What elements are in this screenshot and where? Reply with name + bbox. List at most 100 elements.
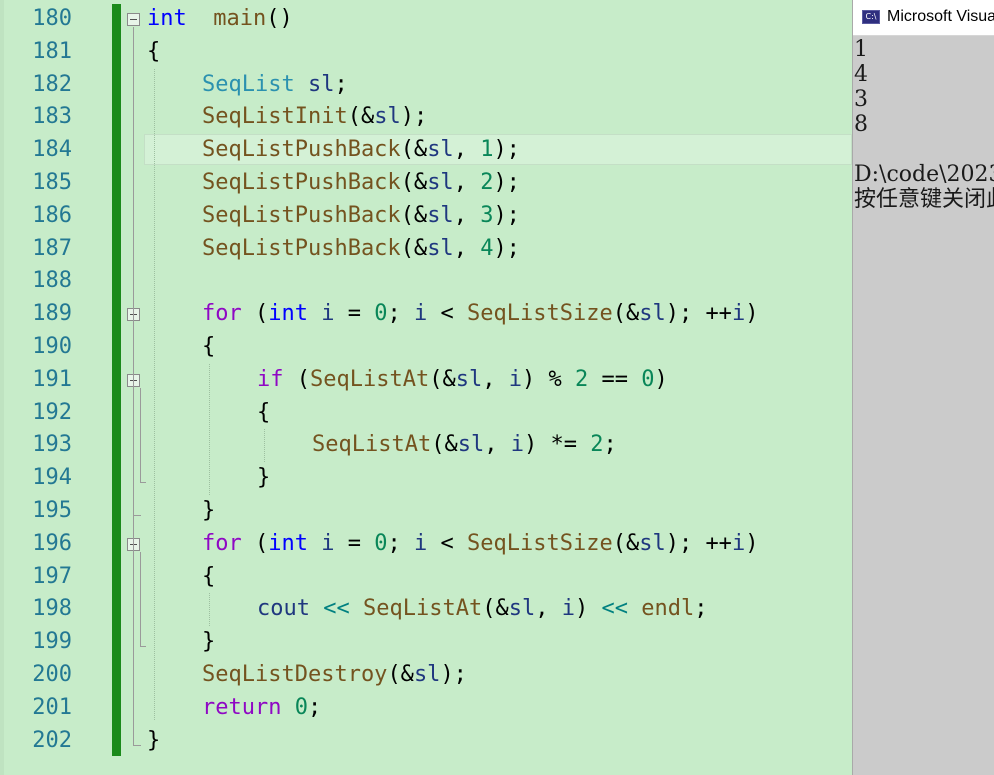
code-token: SeqListPushBack: [202, 235, 401, 261]
code-token: 0: [294, 694, 308, 720]
code-text: for (int i = 0; i < SeqListSize(&sl); ++…: [202, 531, 758, 557]
code-line[interactable]: 199}: [0, 626, 852, 659]
code-token: SeqListSize: [467, 530, 613, 556]
code-line[interactable]: 201 return 0;: [0, 692, 852, 725]
code-token: sl: [427, 202, 454, 228]
code-token: ): [574, 596, 602, 622]
code-line[interactable]: 193 SeqListAt(&sl, i) *= 2;: [0, 429, 852, 462]
code-token: int: [268, 301, 308, 327]
fold-bracket-end: [133, 515, 141, 516]
code-line[interactable]: 183 SeqListInit(&sl);: [0, 101, 852, 134]
code-token: );: [493, 202, 520, 228]
code-token: sl: [457, 432, 485, 458]
line-number: 186: [32, 202, 72, 228]
code-token: ) *=: [523, 432, 591, 458]
code-token: i: [510, 432, 524, 458]
code-token: SeqListAt: [362, 596, 483, 622]
code-editor[interactable]: 180 int main() 181 {182 SeqList sl; 183 SeqLis…: [0, 0, 852, 775]
code-token: sl: [508, 596, 536, 622]
code-line[interactable]: 189 for (int i = 0; i < SeqListSize(&sl);…: [0, 298, 852, 331]
code-line[interactable]: 190 {: [0, 331, 852, 364]
code-token: ==: [588, 366, 642, 392]
code-token: ;: [307, 694, 322, 720]
code-token: ,: [453, 235, 481, 261]
code-line[interactable]: 186 SeqListPushBack(&sl, 3);: [0, 200, 852, 233]
code-line[interactable]: 188: [0, 265, 852, 298]
line-number: 190: [32, 334, 72, 359]
code-line[interactable]: 187 SeqListPushBack(&sl, 4);: [0, 233, 852, 266]
code-token: ;: [603, 432, 617, 458]
code-token: (&: [400, 202, 428, 228]
line-number: 197: [32, 563, 72, 589]
code-token: sl: [639, 301, 666, 327]
code-token: SeqListPushBack: [202, 137, 401, 163]
code-line[interactable]: 185 SeqListPushBack(&sl, 2);: [0, 167, 852, 200]
code-token: =: [334, 301, 375, 327]
code-token: ,: [453, 170, 481, 195]
code-token: 0: [641, 366, 655, 392]
code-token: SeqListInit: [202, 104, 348, 130]
code-token: SeqList: [202, 71, 295, 97]
code-token: ); ++: [665, 530, 732, 556]
code-token: ); ++: [665, 301, 732, 327]
line-number: 181: [32, 38, 72, 64]
code-token: SeqListPushBack: [202, 170, 401, 195]
code-token: }: [202, 498, 216, 523]
line-number: 191: [32, 366, 72, 392]
debug-console-window[interactable]: C:\ Microsoft Visual Studio 调试控制台 1438 D:…: [852, 0, 994, 775]
code-token: ;: [334, 71, 348, 97]
code-line[interactable]: 198 cout << SeqListAt(&sl, i) << endl;: [0, 593, 852, 626]
code-token: (&: [612, 530, 640, 556]
console-output-line: 3: [854, 87, 868, 112]
code-line[interactable]: 181 {: [0, 36, 852, 69]
code-text: int main(): [147, 6, 293, 32]
code-token: ): [745, 530, 759, 556]
fold-bracket: [140, 551, 141, 647]
code-line[interactable]: 195}: [0, 495, 852, 528]
code-token: (&: [400, 235, 428, 261]
code-token: int: [147, 6, 187, 31]
console-output-line: 按任意键关闭此窗口. . .: [854, 187, 994, 212]
code-line[interactable]: 182 SeqList sl;: [0, 69, 852, 102]
code-token: =: [334, 530, 375, 556]
line-number: 195: [32, 498, 72, 523]
line-number: 198: [32, 596, 72, 622]
code-token: ): [745, 301, 759, 327]
code-token: }: [257, 465, 271, 491]
code-line[interactable]: 194}: [0, 462, 852, 495]
code-token: 0: [374, 301, 388, 327]
code-token: 3: [480, 202, 494, 228]
code-token: {: [147, 38, 161, 64]
code-text: SeqListPushBack(&sl, 4);: [202, 236, 520, 262]
line-number: 200: [32, 662, 72, 687]
code-token: for: [202, 301, 242, 327]
code-line[interactable]: 184 SeqListPushBack(&sl, 1);: [0, 134, 852, 167]
line-number: 199: [32, 629, 72, 655]
code-token: sl: [307, 71, 335, 97]
code-token: i: [414, 530, 428, 556]
code-text: {: [202, 334, 215, 360]
code-token: {: [202, 334, 216, 359]
code-line[interactable]: 200 SeqListDestroy(&sl);: [0, 659, 852, 692]
code-line[interactable]: 202}: [0, 725, 852, 758]
code-line[interactable]: 192 {: [0, 397, 852, 430]
code-line[interactable]: 180 int main(): [0, 3, 852, 36]
code-token: sl: [413, 662, 441, 687]
code-token: i: [731, 301, 746, 327]
console-titlebar[interactable]: C:\ Microsoft Visual Studio 调试控制台: [853, 0, 994, 36]
code-token: 2: [574, 366, 589, 392]
collapse-icon[interactable]: [127, 13, 140, 26]
code-token: sl: [639, 530, 666, 556]
code-text: SeqListAt(&sl, i) *= 2;: [312, 432, 617, 458]
fold-bracket-end: [140, 646, 146, 648]
line-number: 201: [32, 694, 72, 720]
code-line[interactable]: 191 if (SeqListAt(&sl, i) % 2 == 0): [0, 364, 852, 397]
code-token: cout: [257, 596, 310, 622]
line-number: 194: [32, 465, 72, 491]
code-line[interactable]: 197 {: [0, 561, 852, 594]
code-line[interactable]: 196 for (int i = 0; i < SeqListSize(&sl);…: [0, 528, 852, 561]
code-token: (&: [612, 301, 640, 327]
